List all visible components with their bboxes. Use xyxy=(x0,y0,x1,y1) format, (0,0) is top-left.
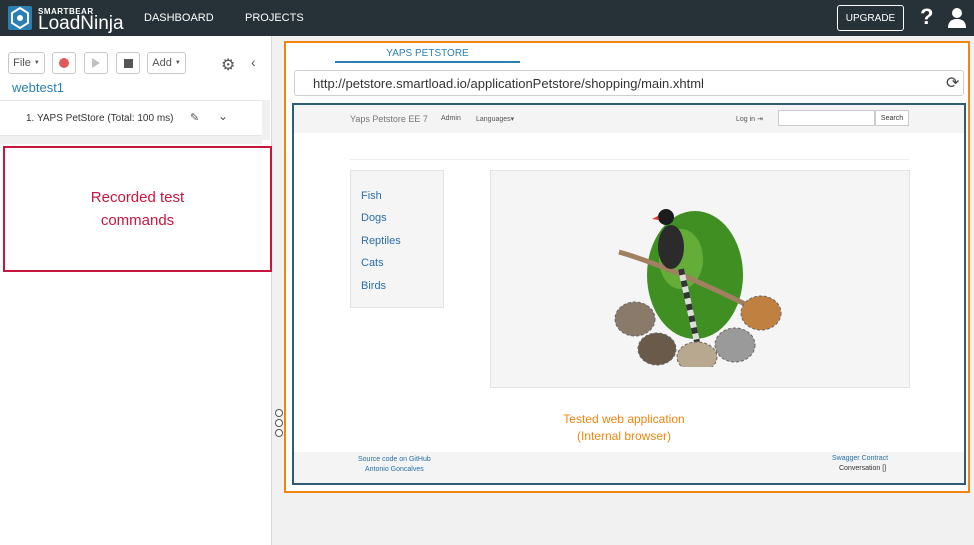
url-bar[interactable]: http://petstore.smartload.io/application… xyxy=(294,70,964,96)
nav-projects[interactable]: PROJECTS xyxy=(245,12,304,24)
internal-browser: Yaps Petstore EE 7 Admin Languages▾ Log … xyxy=(292,103,966,485)
tab-yaps-petstore[interactable]: YAPS PETSTORE xyxy=(335,48,520,59)
caret-down-icon: ▾ xyxy=(510,116,515,123)
user-icon[interactable] xyxy=(947,7,967,29)
footer-left: Source code on GitHub Antonio Goncalves xyxy=(358,455,431,475)
nav-dashboard[interactable]: DASHBOARD xyxy=(144,12,214,24)
splitter-handle[interactable] xyxy=(275,409,283,417)
top-navbar: SMARTBEAR LoadNinja DASHBOARD PROJECTS U… xyxy=(0,0,974,36)
add-label: Add xyxy=(152,57,172,69)
horizontal-scrollbar[interactable] xyxy=(0,136,262,144)
splitter-handle[interactable] xyxy=(275,419,283,427)
test-step-label: 1. YAPS PetStore (Total: 100 ms) xyxy=(26,113,174,124)
annotation-line: Recorded test xyxy=(90,189,185,206)
record-button[interactable] xyxy=(52,52,76,74)
logo-icon[interactable] xyxy=(8,6,32,30)
petstore-hero-panel xyxy=(490,170,910,388)
stop-button[interactable] xyxy=(116,52,140,74)
author-link[interactable]: Antonio Goncalves xyxy=(358,465,431,475)
login-link[interactable]: Log in ⇥ xyxy=(736,115,763,123)
category-fish[interactable]: Fish xyxy=(361,190,382,202)
languages-label: Languages xyxy=(476,116,511,123)
petstore-search-input[interactable] xyxy=(778,110,875,126)
swagger-link[interactable]: Swagger Contract xyxy=(832,455,888,462)
gear-icon[interactable]: ⚙ xyxy=(221,55,235,75)
caret-down-icon: ▼ xyxy=(33,60,40,66)
tab-indicator xyxy=(335,61,520,63)
caret-down-icon: ▼ xyxy=(174,60,181,66)
url-text: http://petstore.smartload.io/application… xyxy=(313,76,704,91)
upgrade-button[interactable]: UPGRADE xyxy=(837,5,904,31)
annotation-line: (Internal browser) xyxy=(576,429,672,443)
category-birds[interactable]: Birds xyxy=(361,280,386,292)
languages-dropdown[interactable]: Languages▾ xyxy=(476,115,514,123)
source-code-link[interactable]: Source code on GitHub xyxy=(358,455,431,465)
category-list: Fish Dogs Reptiles Cats Birds xyxy=(350,170,444,308)
petstore-footer: Source code on GitHub Antonio Goncalves … xyxy=(294,452,964,483)
petstore-search-button[interactable]: Search xyxy=(875,110,909,126)
chevron-down-icon[interactable]: ⌄ xyxy=(218,109,228,123)
pets-illustration xyxy=(614,209,782,367)
category-reptiles[interactable]: Reptiles xyxy=(361,235,401,247)
left-panel: File ▼ Add ▼ ⚙ ‹ webtest1 1. YAPS PetSto… xyxy=(0,36,272,545)
refresh-icon[interactable]: ⟳ xyxy=(946,73,959,93)
file-menu-button[interactable]: File ▼ xyxy=(8,52,45,74)
vertical-scrollbar[interactable] xyxy=(262,100,270,140)
login-icon: ⇥ xyxy=(757,116,763,123)
brand-product[interactable]: LoadNinja xyxy=(38,13,124,35)
help-icon[interactable]: ? xyxy=(920,4,933,30)
tested-app-annotation: Tested web application (Internal browser… xyxy=(504,411,744,445)
play-button[interactable] xyxy=(84,52,108,74)
pencil-icon[interactable]: ✎ xyxy=(190,111,199,124)
add-menu-button[interactable]: Add ▼ xyxy=(147,52,186,74)
divider xyxy=(350,159,909,160)
admin-link[interactable]: Admin xyxy=(441,115,461,122)
test-step-item[interactable]: 1. YAPS PetStore (Total: 100 ms) ✎ ⌄ xyxy=(0,100,262,136)
file-label: File xyxy=(13,57,31,69)
conversation-text: Conversation [] xyxy=(839,465,887,472)
annotation-line: Tested web application xyxy=(563,412,685,426)
category-cats[interactable]: Cats xyxy=(361,257,384,269)
test-name[interactable]: webtest1 xyxy=(12,80,64,95)
stop-icon xyxy=(123,58,133,68)
petstore-header: Yaps Petstore EE 7 Admin Languages▾ Log … xyxy=(294,105,964,133)
collapse-icon[interactable]: ‹ xyxy=(251,54,256,70)
login-label: Log in xyxy=(736,116,756,123)
petstore-brand[interactable]: Yaps Petstore EE 7 xyxy=(350,114,428,124)
play-icon xyxy=(92,58,100,68)
record-icon xyxy=(59,58,69,68)
recorded-commands-annotation: Recorded test commands xyxy=(3,146,272,272)
annotation-line: commands xyxy=(100,212,175,229)
category-dogs[interactable]: Dogs xyxy=(361,212,387,224)
splitter-handle[interactable] xyxy=(275,429,283,437)
